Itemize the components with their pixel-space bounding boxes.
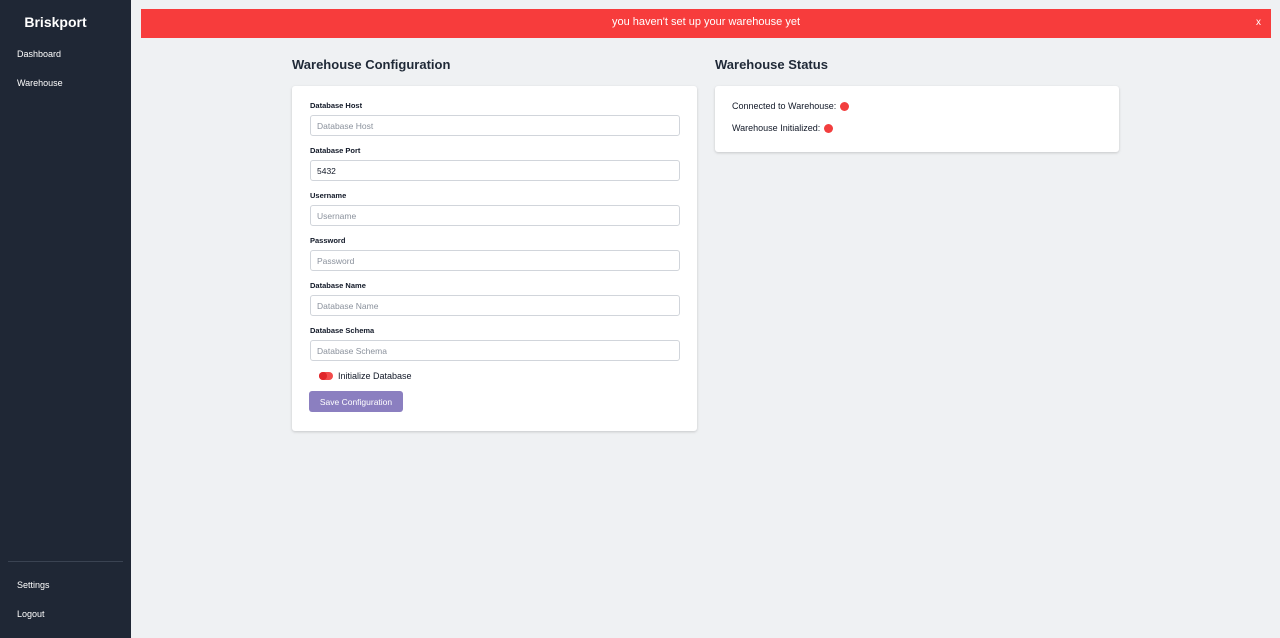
status-row-initialized: Warehouse Initialized: <box>732 123 834 133</box>
database-schema-label: Database Schema <box>310 326 375 335</box>
sidebar-item-settings[interactable]: Settings <box>17 580 50 590</box>
initialized-status-indicator <box>824 123 834 133</box>
warehouse-initialized-label: Warehouse Initialized: <box>732 123 821 133</box>
connected-to-warehouse-label: Connected to Warehouse: <box>732 101 837 111</box>
sidebar: Briskport Dashboard Warehouse Settings L… <box>0 0 131 638</box>
database-name-label: Database Name <box>310 281 366 290</box>
toggle-knob <box>319 372 327 380</box>
alert-banner: you haven't set up your warehouse yet x <box>141 9 1271 38</box>
brand-logo: Briskport <box>24 14 87 30</box>
save-configuration-button[interactable]: Save Configuration <box>309 391 403 412</box>
warehouse-status-card: Connected to Warehouse: Warehouse Initia… <box>715 86 1119 152</box>
password-label: Password <box>310 236 346 245</box>
initialize-database-label: Initialize Database <box>338 371 412 381</box>
database-port-label: Database Port <box>310 146 361 155</box>
database-port-input[interactable] <box>310 160 680 181</box>
sidebar-item-logout[interactable]: Logout <box>17 609 45 619</box>
connected-status-indicator <box>840 101 850 111</box>
sidebar-divider <box>8 561 123 562</box>
username-label: Username <box>310 191 347 200</box>
close-button[interactable]: x <box>1256 17 1261 28</box>
sidebar-item-dashboard[interactable]: Dashboard <box>17 49 61 59</box>
alert-message: you haven't set up your warehouse yet <box>612 16 800 28</box>
warehouse-configuration-title: Warehouse Configuration <box>292 57 451 72</box>
database-host-label: Database Host <box>310 101 363 110</box>
status-row-connected: Connected to Warehouse: <box>732 101 850 111</box>
database-schema-input[interactable] <box>310 340 680 361</box>
initialize-database-toggle[interactable] <box>319 372 333 380</box>
warehouse-config-form: Database Host Database Port Username Pas… <box>292 86 697 431</box>
database-name-input[interactable] <box>310 295 680 316</box>
username-input[interactable] <box>310 205 680 226</box>
warehouse-status-title: Warehouse Status <box>715 57 828 72</box>
database-host-input[interactable] <box>310 115 680 136</box>
sidebar-item-warehouse[interactable]: Warehouse <box>17 78 63 88</box>
password-input[interactable] <box>310 250 680 271</box>
